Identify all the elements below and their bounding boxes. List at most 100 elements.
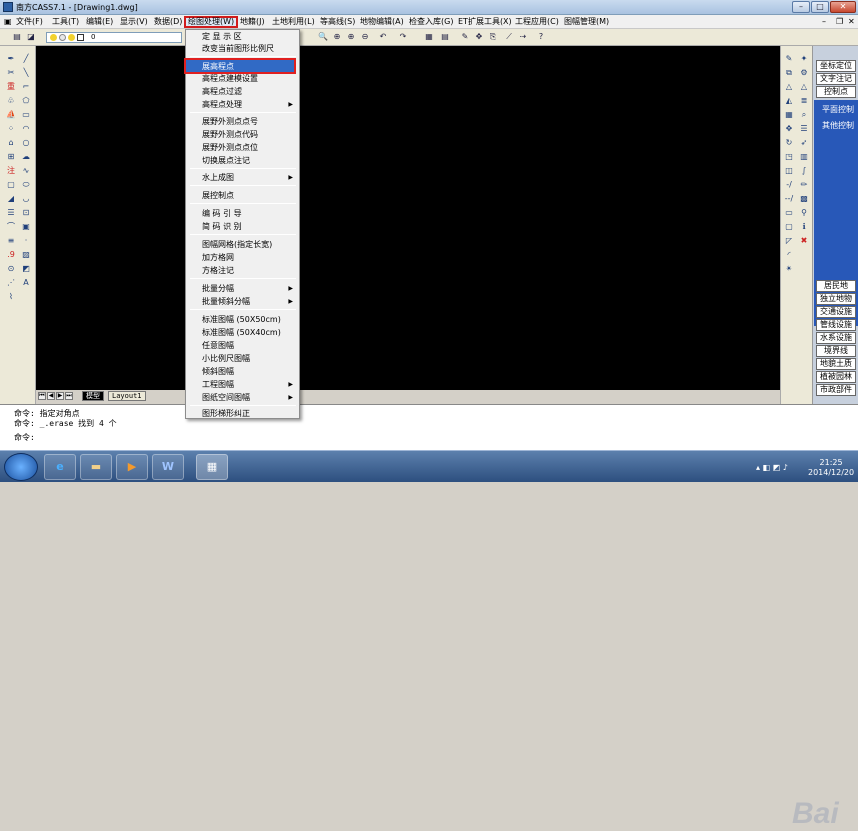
menu-item[interactable]: 展控制点 [202, 190, 234, 202]
panel-traffic[interactable]: 交通设施 [816, 306, 856, 318]
elevation-icon[interactable]: .9 [6, 250, 16, 260]
menu-item[interactable]: 改变当前图形比例尺 [202, 43, 274, 55]
menu-item[interactable]: 切换展点注记 [202, 155, 250, 167]
zoom-window-icon[interactable]: ⊕ [332, 32, 342, 42]
undo-icon[interactable]: ↶ [378, 32, 388, 42]
info-icon[interactable]: ℹ [799, 222, 809, 232]
zigzag-icon[interactable]: ⌇ [6, 292, 16, 302]
copy-icon[interactable]: ⎘ [488, 32, 498, 42]
menu-item[interactable]: 小比例尺图幅 [202, 353, 250, 365]
cass-taskbar-icon[interactable]: ▦ [196, 454, 228, 480]
ie-icon[interactable]: e [44, 454, 76, 480]
explorer-icon[interactable]: ▬ [80, 454, 112, 480]
menu-item[interactable]: 任意图幅 [202, 340, 234, 352]
last-tab-icon[interactable]: ⏭ [65, 392, 73, 400]
explode-icon[interactable]: ✴ [784, 264, 794, 274]
dash-line-icon[interactable]: ⋰ [6, 278, 16, 288]
menu-item[interactable]: 定 显 示 区 [202, 31, 242, 43]
properties-icon[interactable]: ▤ [440, 32, 450, 42]
rotate-icon[interactable]: ↻ [784, 138, 794, 148]
panel-independent-feature[interactable]: 独立地物 [816, 293, 856, 305]
panel-residential[interactable]: 居民地 [816, 280, 856, 292]
menu-edit[interactable]: 编辑(E) [84, 16, 115, 28]
map-icon[interactable]: ▩ [799, 194, 809, 204]
mdi-min-icon[interactable]: – [820, 16, 828, 28]
array-icon[interactable]: ▦ [784, 110, 794, 120]
zoom-out-icon[interactable]: ⊖ [360, 32, 370, 42]
menu-item[interactable]: 图形梯形纠正 [202, 408, 250, 420]
copy-object-icon[interactable]: ⧉ [784, 68, 794, 78]
menu-item[interactable]: 水上成图 [202, 172, 234, 184]
trim-object-icon[interactable]: -/ [784, 180, 794, 190]
road-icon[interactable]: ≡ [6, 236, 16, 246]
menu-data[interactable]: 数据(D) [152, 16, 184, 28]
boat-icon[interactable]: ⛵ [6, 110, 16, 120]
chamfer-icon[interactable]: ◸ [784, 236, 794, 246]
menu-item[interactable]: 倾斜图幅 [202, 366, 234, 378]
panel-vegetation[interactable]: 植被园林 [816, 371, 856, 383]
panel-text-note[interactable]: 文字注记 [816, 73, 856, 85]
arc-icon[interactable]: ◠ [21, 124, 31, 134]
start-button[interactable] [4, 453, 38, 481]
menu-item-highlight[interactable]: 展高程点 [184, 58, 296, 74]
stair-icon[interactable]: ☰ [6, 208, 16, 218]
word-icon[interactable]: W [152, 454, 184, 480]
doc-icon[interactable]: ▣ [2, 16, 14, 28]
wand-icon[interactable]: ✦ [799, 54, 809, 64]
text-icon[interactable]: A [21, 278, 31, 288]
extend-object-icon[interactable]: --/ [784, 194, 794, 204]
cass-app-icon[interactable] [3, 2, 13, 12]
layer-state-icon[interactable]: ◪ [26, 32, 36, 42]
panel-item-other-control[interactable]: 其他控制 [822, 120, 854, 131]
panel-landform[interactable]: 地貌土质 [816, 358, 856, 370]
menu-item[interactable]: 高程点建模设置 [202, 73, 258, 85]
mirror-icon[interactable]: △ [784, 82, 794, 92]
next-tab-icon[interactable]: ▶ [56, 392, 64, 400]
tab-layout1[interactable]: Layout1 [108, 391, 146, 401]
menu-tools[interactable]: 工具(T) [50, 16, 81, 28]
prev-tab-icon[interactable]: ◀ [47, 392, 55, 400]
menu-contour[interactable]: 等高线(S) [318, 16, 357, 28]
command-input[interactable] [38, 432, 808, 441]
curve-icon[interactable]: ∫ [799, 166, 809, 176]
fence-icon[interactable]: ⊞ [6, 152, 16, 162]
trim-icon[interactable]: ⟋ [504, 32, 514, 42]
make-block-icon[interactable]: ▣ [21, 222, 31, 232]
pencil-icon[interactable]: ✎ [460, 32, 470, 42]
menu-item[interactable]: 图幅网格(指定长宽) [202, 239, 272, 251]
layer-manager-icon[interactable]: ▤ [12, 32, 22, 42]
panel-item-plane-control[interactable]: 平面控制 [822, 104, 854, 115]
mdi-close-icon[interactable]: ✕ [846, 16, 857, 28]
extend-icon[interactable]: ⇢ [518, 32, 528, 42]
minimize-button[interactable]: – [792, 1, 810, 13]
menu-drawing-process[interactable]: 绘图处理(W) [184, 16, 239, 28]
menu-item[interactable]: 标准图幅 (50X40cm) [202, 327, 281, 339]
brush-icon[interactable]: ✂ [6, 68, 16, 78]
menu-item[interactable]: 方格注记 [202, 265, 234, 277]
pencil-edit-icon[interactable]: ✏ [799, 180, 809, 190]
first-tab-icon[interactable]: ⏮ [38, 392, 46, 400]
menu-file[interactable]: 文件(F) [14, 16, 45, 28]
cursor-icon[interactable]: ➶ [799, 138, 809, 148]
ellipse-arc-icon[interactable]: ◡ [21, 194, 31, 204]
break-icon[interactable]: ▭ [784, 208, 794, 218]
region-icon[interactable]: ◩ [21, 264, 31, 274]
zoom-in-icon[interactable]: ⊕ [346, 32, 356, 42]
point-icon[interactable]: · [21, 236, 31, 246]
join-icon[interactable]: ▢ [784, 222, 794, 232]
move-icon[interactable]: ✥ [474, 32, 484, 42]
menu-cadastre[interactable]: 地籍(J) [238, 16, 267, 28]
drawing-canvas[interactable] [36, 46, 780, 390]
scale-icon[interactable]: ◳ [784, 152, 794, 162]
menu-item-plot-elevation-points[interactable]: 展高程点 [202, 61, 234, 73]
move-object-icon[interactable]: ✥ [784, 124, 794, 134]
menu-item[interactable]: 展野外测点点位 [202, 142, 258, 154]
network-icon[interactable]: ⚙ [799, 68, 809, 78]
house-icon[interactable]: ⌂ [6, 138, 16, 148]
menu-check-import[interactable]: 检查入库(G) [407, 16, 455, 28]
panel-municipal[interactable]: 市政部件 [816, 384, 856, 396]
pen-icon[interactable]: ✒ [6, 54, 16, 64]
menu-item[interactable]: 简 码 识 别 [202, 221, 242, 233]
rectangle-icon[interactable]: ▭ [21, 110, 31, 120]
layers-icon[interactable]: ≣ [799, 96, 809, 106]
